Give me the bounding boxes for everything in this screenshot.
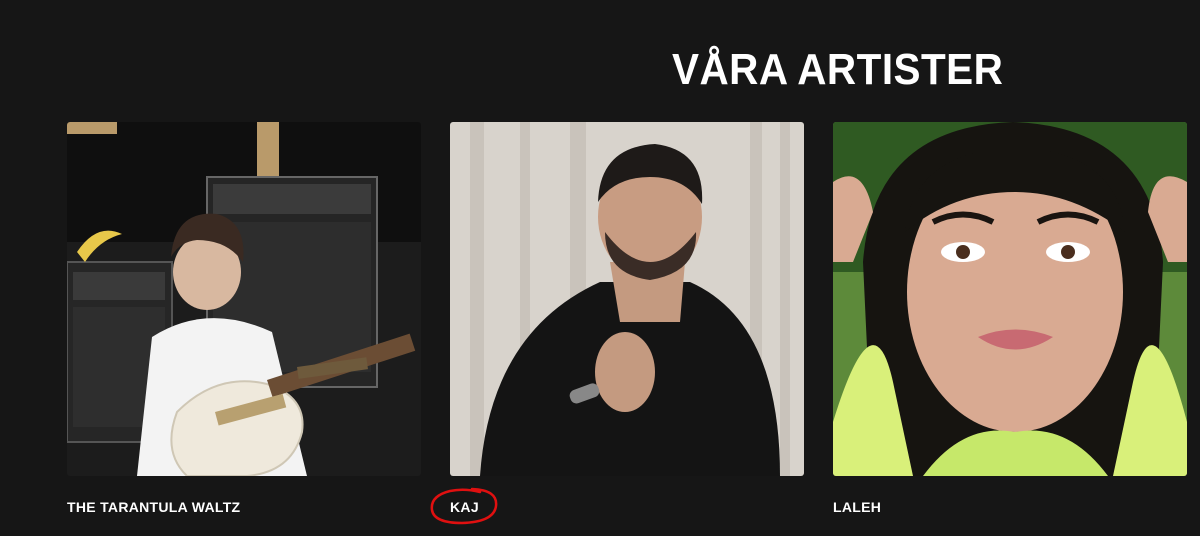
artist-card[interactable]: KAJ [450, 122, 804, 515]
woman-portrait-image [833, 122, 1187, 476]
artist-name[interactable]: KAJ [450, 499, 479, 515]
artist-card[interactable]: LALEH [833, 122, 1187, 515]
musician-with-guitar-image [67, 122, 421, 476]
artist-name[interactable]: LALEH [833, 499, 881, 515]
man-in-black-shirt-image [450, 122, 804, 476]
artist-name[interactable]: THE TARANTULA WALTZ [67, 499, 240, 515]
artist-photo-kaj[interactable] [450, 122, 804, 476]
artists-page: VÅRA ARTISTER THE TARANTULA WALTZ KAJ LA… [0, 0, 1200, 536]
artist-card[interactable]: THE TARANTULA WALTZ [67, 122, 421, 515]
artist-photo-laleh[interactable] [833, 122, 1187, 476]
section-title: VÅRA ARTISTER [672, 45, 1004, 94]
artist-photo-tarantula-waltz[interactable] [67, 122, 421, 476]
